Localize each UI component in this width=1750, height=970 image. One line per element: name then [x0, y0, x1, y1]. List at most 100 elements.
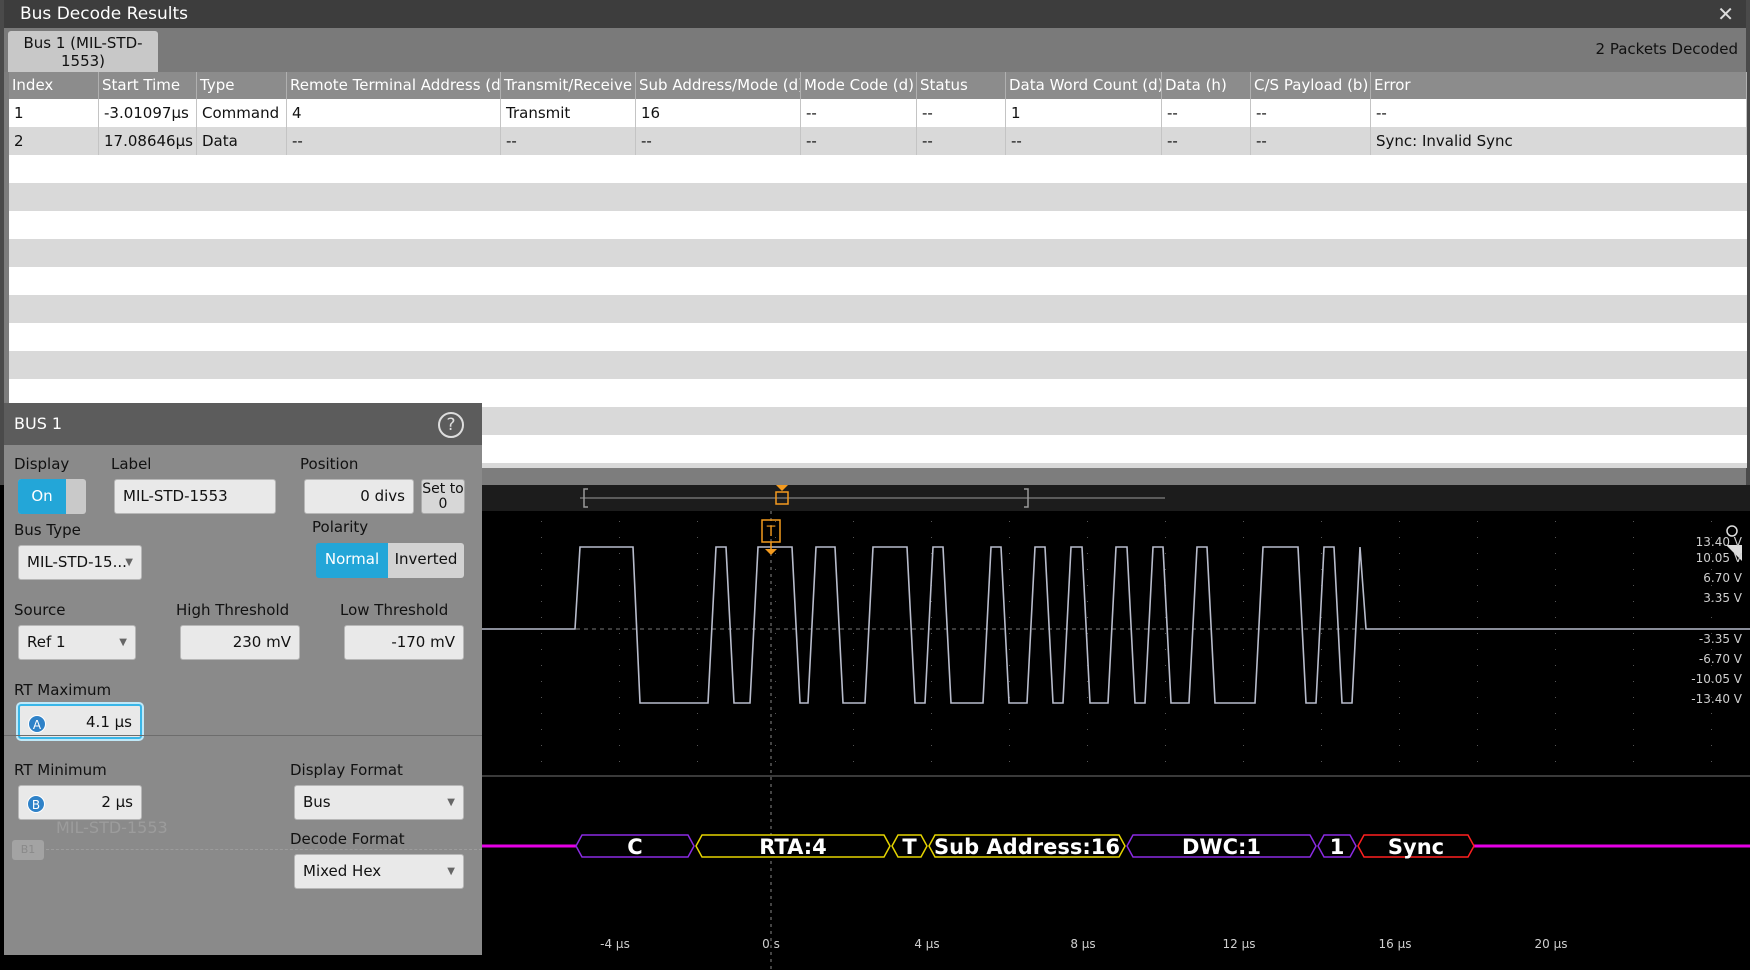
table-cell: -3.01097µs	[99, 99, 197, 127]
polarity-inverted-button[interactable]: Inverted	[388, 543, 464, 578]
column-header[interactable]: Remote Terminal Address (d)	[287, 72, 501, 99]
display-format-select[interactable]: Bus ▼	[294, 785, 464, 820]
bus-marker-ghost: B1	[12, 840, 44, 860]
table-cell: --	[801, 127, 917, 155]
volt-scale-label: 10.05 V	[1696, 551, 1743, 565]
column-header[interactable]: Start Time	[99, 72, 197, 99]
column-header[interactable]: Type	[197, 72, 287, 99]
column-header[interactable]: Mode Code (d)	[801, 72, 917, 99]
volt-scale-label: -13.40 V	[1691, 692, 1742, 706]
zoom-overview-bar[interactable]	[480, 485, 1750, 511]
bus-packet-label: Sync	[1388, 835, 1444, 859]
column-header[interactable]: Data (h)	[1162, 72, 1251, 99]
low-threshold-label: Low Threshold	[340, 601, 449, 619]
rt-minimum-label: RT Minimum	[14, 761, 107, 779]
table-cell: --	[501, 127, 636, 155]
tab-strip: Bus 1 (MIL-STD-1553) 2 Packets Decoded	[4, 28, 1746, 72]
tab-bus-1[interactable]: Bus 1 (MIL-STD-1553)	[8, 31, 158, 72]
close-icon[interactable]: ✕	[1717, 0, 1734, 28]
decode-format-label: Decode Format	[290, 830, 405, 848]
table-cell: Command	[197, 99, 287, 127]
time-scale-label: 4 µs	[914, 937, 939, 951]
packets-decoded-count: 2 Packets Decoded	[1595, 40, 1738, 58]
table-cell: Data	[197, 127, 287, 155]
zoom-overview-svg	[580, 485, 1165, 508]
rt-maximum-input[interactable]: A 4.1 µs	[18, 704, 142, 739]
position-label: Position	[300, 455, 359, 473]
table-cell: --	[1006, 127, 1162, 155]
panel-header: BUS 1 ?	[4, 403, 482, 445]
source-label: Source	[14, 601, 66, 619]
label-input[interactable]: MIL-STD-1553	[114, 479, 276, 514]
table-cell: --	[636, 127, 801, 155]
panel-title: BUS 1	[14, 414, 63, 433]
position-input[interactable]: 0 divs	[304, 479, 414, 514]
column-header[interactable]: Index	[9, 72, 99, 99]
zoom-trigger-arrow	[776, 485, 788, 491]
bus-decode-trace: C RTA:4 T Sub Address:16 DWC:1 1 Sync	[480, 834, 1750, 859]
bus-packet-label: T	[902, 835, 917, 859]
volt-scale-label: 3.35 V	[1703, 591, 1743, 605]
decode-format-select[interactable]: Mixed Hex ▼	[294, 854, 464, 889]
volt-scale-label: -3.35 V	[1699, 632, 1743, 646]
horizontal-time-labels: -4 µs 0 s 4 µs 8 µs 12 µs 16 µs 20 µs	[600, 937, 1567, 951]
bus-packet-label: DWC:1	[1182, 835, 1261, 859]
table-row-empty	[9, 183, 1747, 211]
chevron-down-icon: ▼	[447, 797, 455, 808]
trigger-marker-icon[interactable]: T	[761, 519, 781, 555]
column-header[interactable]: Data Word Count (d)	[1006, 72, 1162, 99]
table-cell: 1	[9, 99, 99, 127]
display-format-label: Display Format	[290, 761, 403, 779]
table-cell: --	[917, 127, 1006, 155]
column-header[interactable]: C/S Payload (b)	[1251, 72, 1371, 99]
table-row-empty	[9, 211, 1747, 239]
column-header[interactable]: Sub Address/Mode (d)	[636, 72, 801, 99]
display-toggle[interactable]: On	[18, 479, 86, 514]
display-label: Display	[14, 455, 70, 473]
chevron-down-icon: ▼	[447, 866, 455, 877]
window-titlebar[interactable]: Bus Decode Results ✕	[4, 0, 1746, 28]
table-cell: 16	[636, 99, 801, 127]
waveform-svg: T 13.40 V 10.05 V 6.70 V 3.35 V -3.35 V -6.70…	[480, 511, 1750, 970]
help-icon[interactable]: ?	[438, 412, 464, 438]
oscilloscope-screen: Bus Decode Results ✕ Bus 1 (MIL-STD-1553…	[0, 0, 1750, 970]
set-to-zero-button[interactable]: Set to 0	[421, 479, 465, 514]
column-header[interactable]: Status	[917, 72, 1006, 99]
high-threshold-input[interactable]: 230 mV	[180, 625, 300, 660]
display-format-value: Bus	[303, 793, 331, 811]
polarity-normal-button[interactable]: Normal	[316, 543, 388, 578]
low-threshold-input[interactable]: -170 mV	[344, 625, 464, 660]
table-cell: --	[1162, 99, 1251, 127]
column-header[interactable]: Error	[1371, 72, 1747, 99]
table-row-empty	[9, 267, 1747, 295]
bus-packet-label: RTA:4	[759, 835, 827, 859]
source-value: Ref 1	[27, 633, 66, 651]
waveform-area[interactable]: T 13.40 V 10.05 V 6.70 V 3.35 V -3.35 V -6.70…	[480, 511, 1750, 970]
rt-minimum-input[interactable]: B 2 µs	[18, 785, 142, 820]
time-scale-label: 0 s	[762, 937, 780, 951]
time-scale-label: 16 µs	[1379, 937, 1412, 951]
table-cell: 17.08646µs	[99, 127, 197, 155]
table-row-empty	[9, 295, 1747, 323]
analog-waveform	[480, 546, 1750, 704]
rt-maximum-value: 4.1 µs	[86, 713, 132, 731]
bus-packet-label: C	[627, 835, 642, 859]
rt-maximum-label: RT Maximum	[14, 681, 112, 699]
chevron-down-icon: ▼	[119, 637, 127, 648]
label-label: Label	[111, 455, 152, 473]
table-cell: Sync: Invalid Sync	[1371, 127, 1747, 155]
vertical-scale-labels: 13.40 V 10.05 V 6.70 V 3.35 V -3.35 V -6.70 V…	[1691, 535, 1743, 706]
table-cell: 2	[9, 127, 99, 155]
source-select[interactable]: Ref 1 ▼	[18, 625, 136, 660]
high-threshold-label: High Threshold	[176, 601, 290, 619]
display-on-indicator: On	[18, 479, 66, 514]
table-row[interactable]: 2 17.08646µs Data -- -- -- -- -- -- -- -- Sync: Inv…	[9, 127, 1747, 155]
table-row-empty	[9, 323, 1747, 351]
bus-type-select[interactable]: MIL-STD-15... ▼	[18, 545, 142, 580]
volt-scale-label: -10.05 V	[1691, 672, 1742, 686]
table-row[interactable]: 1 -3.01097µs Command 4 Transmit 16 -- -- 1 -- -- --	[9, 99, 1747, 127]
table-cell: --	[1162, 127, 1251, 155]
time-scale-label: 8 µs	[1070, 937, 1095, 951]
volt-scale-label: -6.70 V	[1699, 652, 1743, 666]
column-header[interactable]: Transmit/Receive	[501, 72, 636, 99]
